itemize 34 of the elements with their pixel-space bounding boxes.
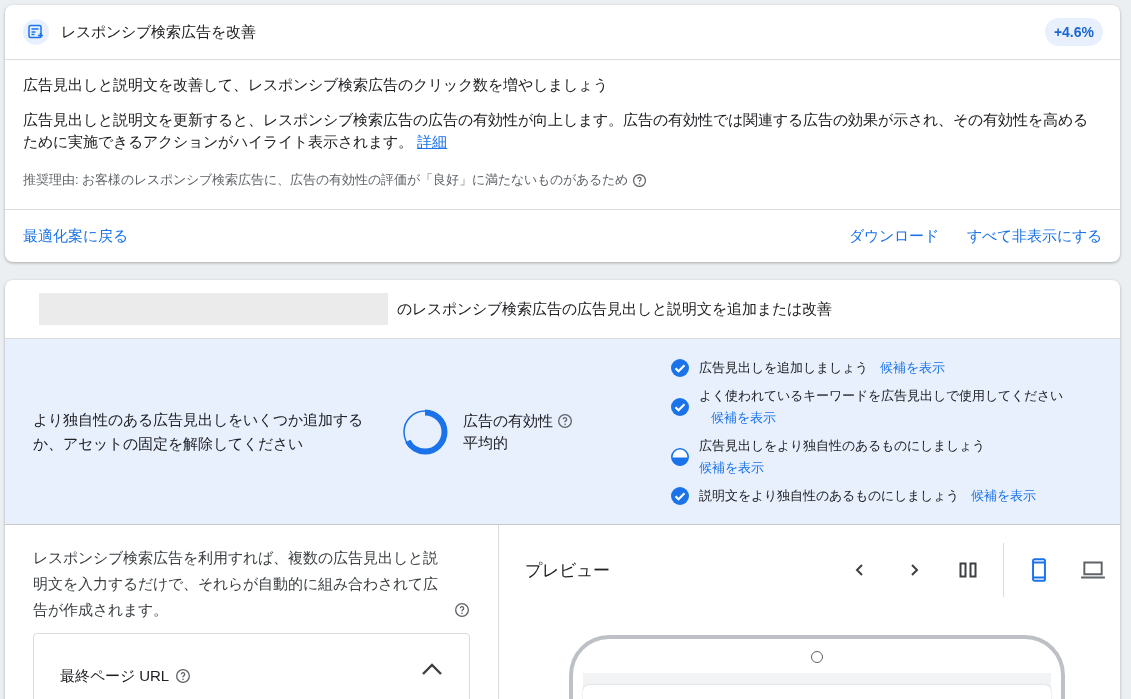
help-icon[interactable] (632, 172, 648, 188)
suggestions-link[interactable]: 候補を表示 (711, 408, 776, 427)
collapse-chevron-icon[interactable] (421, 662, 443, 676)
card-title: レスポンシブ検索広告を改善 (61, 22, 257, 42)
strength-advice: より独自性のある広告見出しをいくつか追加するか、アセットの固定を解除してください (33, 409, 364, 454)
intro-text: レスポンシブ検索広告を利用すれば、複数の広告見出しと説明文を入力するだけで、それらが自動的に組み合わされて広告が作成されます。 (33, 548, 439, 620)
suggestions-link[interactable]: 候補を表示 (699, 458, 764, 477)
chevron-right-icon (908, 563, 920, 577)
checklist-text: 広告見出しを追加しましょう (699, 359, 868, 375)
checklist-text: 説明文をより独自性のあるものにしましょう (699, 487, 959, 503)
columns-icon (959, 562, 977, 578)
strength-rating: 平均的 (463, 432, 509, 453)
suggestions-link[interactable]: 候補を表示 (971, 486, 1036, 505)
details-link[interactable]: 詳細 (417, 133, 448, 150)
recommendation-headline: 広告見出しと説明文を改善して、レスポンシブ検索広告のクリック数を増やしましょう (23, 76, 609, 95)
suggestions-link[interactable]: 候補を表示 (880, 358, 945, 377)
ad-add-icon (23, 19, 49, 45)
recommendation-description: 広告見出しと説明文を更新すると、レスポンシブ検索広告の広告の有効性が向上します。広告の有効性では関連する広告の効果が示され、その有効性を高めるために実施できるアクションがハイライト表示されます。 詳細 (23, 110, 1089, 152)
preview-title: プレビュー (525, 559, 611, 582)
help-icon[interactable] (175, 668, 192, 684)
help-icon[interactable] (454, 602, 470, 618)
recommendation-reason: 推奨理由: お客様のレスポンシブ検索広告に、広告の有効性の評価が「良好」に満たないものがあるため (23, 171, 629, 189)
checklist-text: よく使われているキーワードを広告見出しで使用してください (699, 387, 1063, 403)
back-link[interactable]: 最適化案に戻る (23, 226, 128, 246)
editor-title: のレスポンシブ検索広告の広告見出しと説明文を追加または改善 (397, 299, 832, 319)
uplift-badge: +4.6% (1044, 18, 1103, 46)
strength-ring (401, 407, 449, 456)
strength-label: 広告の有効性 (463, 410, 553, 431)
url-label: 最終ページ URL (60, 666, 170, 686)
action-button[interactable]: ダウンロード (849, 226, 939, 246)
checklist-text: 広告見出しをより独自性のあるものにしましょう (699, 436, 985, 455)
help-icon[interactable] (557, 412, 573, 429)
chevron-left-icon (854, 563, 866, 577)
action-button[interactable]: すべて非表示にする (967, 226, 1102, 246)
